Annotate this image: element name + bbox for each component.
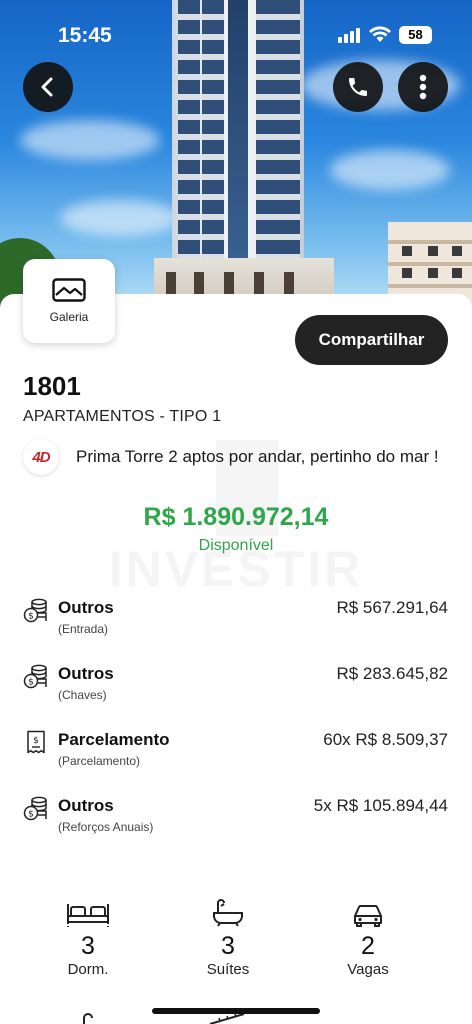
gallery-label: Galeria <box>49 310 89 324</box>
unit-description: Prima Torre 2 aptos por andar, pertinho … <box>76 447 439 466</box>
feature-suites: 3 Suítes <box>183 898 273 978</box>
unit-number: 1801 <box>23 371 81 401</box>
svg-text:$: $ <box>33 736 39 746</box>
more-options-button[interactable] <box>398 62 448 112</box>
status-time: 15:45 <box>58 24 112 47</box>
cellular-signal-icon <box>338 28 360 43</box>
payment-subtitle: (Entrada) <box>58 622 109 636</box>
payment-subtitle: (Parcelamento) <box>58 754 141 768</box>
parking-count: 2 <box>361 932 375 960</box>
suites-count: 3 <box>221 932 235 960</box>
price-value: R$ 1.890.972,14 <box>143 503 329 531</box>
coins-icon: $ <box>23 796 47 821</box>
payment-row: $ Parcelamento (Parcelamento) 60x R$ 8.5… <box>23 730 448 776</box>
partial-icon <box>83 1013 93 1024</box>
payment-title: Outros <box>58 796 114 815</box>
home-indicator[interactable] <box>152 1008 320 1014</box>
wifi-icon <box>369 26 391 42</box>
coins-icon: $ <box>23 664 47 689</box>
svg-text:$: $ <box>28 612 34 622</box>
svg-text:$: $ <box>28 810 34 820</box>
unit-type: APARTAMENTOS - TIPO 1 <box>23 408 222 425</box>
phone-icon <box>349 78 367 96</box>
bed-icon <box>67 904 109 927</box>
share-button[interactable]: Compartilhar <box>295 315 448 365</box>
developer-logo-text: 4D <box>32 448 50 466</box>
payment-value: R$ 567.291,64 <box>336 598 448 617</box>
feature-bedrooms: 3 Dorm. <box>43 898 133 978</box>
back-button[interactable] <box>23 62 73 112</box>
battery-indicator: 58 <box>399 26 432 44</box>
bedrooms-label: Dorm. <box>67 961 109 978</box>
availability-status: Disponível <box>198 537 274 554</box>
svg-text:$: $ <box>28 678 34 688</box>
bedrooms-count: 3 <box>81 932 95 960</box>
payment-title: Outros <box>58 598 114 617</box>
chevron-left-icon <box>41 77 53 97</box>
bathtub-icon <box>213 899 243 927</box>
payment-row: $ Outros (Entrada) R$ 567.291,64 <box>23 598 448 644</box>
status-bar: 15:45 58 <box>0 0 472 70</box>
feature-parking: 2 Vagas <box>323 898 413 978</box>
payment-value: 60x R$ 8.509,37 <box>323 730 448 749</box>
car-icon <box>354 904 382 927</box>
vertical-dots-icon <box>419 74 427 100</box>
parking-label: Vagas <box>347 961 389 978</box>
payment-value: 5x R$ 105.894,44 <box>313 796 448 815</box>
call-button[interactable] <box>333 62 383 112</box>
payment-subtitle: (Reforços Anuais) <box>58 820 154 834</box>
image-icon <box>52 278 86 302</box>
receipt-icon: $ <box>27 730 45 754</box>
payment-row: $ Outros (Chaves) R$ 283.645,82 <box>23 664 448 710</box>
payment-row: $ Outros (Reforços Anuais) 5x R$ 105.894… <box>23 796 448 842</box>
payment-title: Outros <box>58 664 114 683</box>
coins-icon: $ <box>23 598 47 623</box>
gallery-button[interactable]: Galeria <box>23 259 115 343</box>
suites-label: Suítes <box>206 961 250 978</box>
payment-value: R$ 283.645,82 <box>336 664 448 683</box>
payment-title: Parcelamento <box>58 730 170 749</box>
developer-logo: 4D <box>23 439 59 475</box>
payment-subtitle: (Chaves) <box>58 688 107 702</box>
